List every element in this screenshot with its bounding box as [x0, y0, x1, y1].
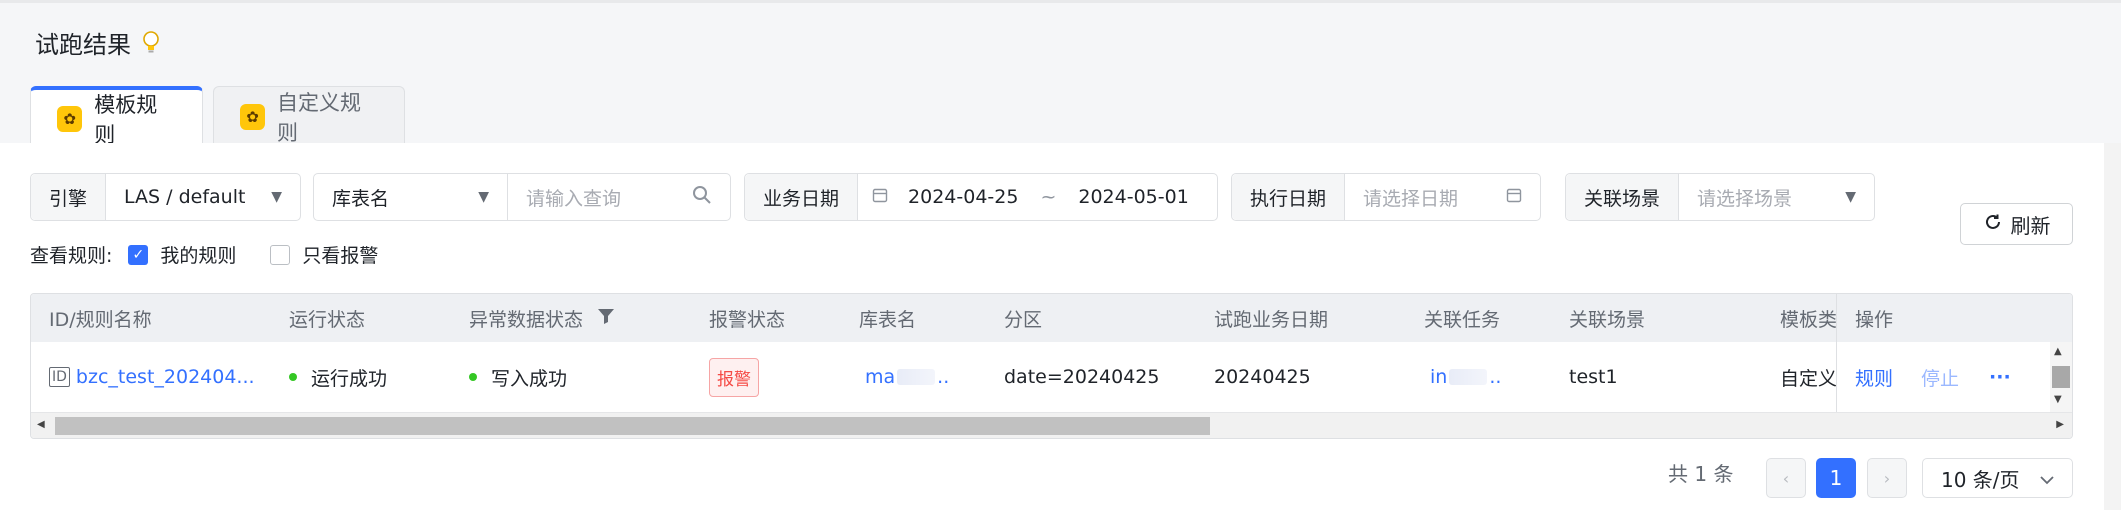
tab-template-rules[interactable]: ✿ 模板规则 — [30, 86, 203, 147]
rule-link[interactable]: 规则 — [1855, 364, 1893, 391]
table-horizontal-scrollbar[interactable]: ◀ ▶ — [31, 412, 2072, 438]
more-icon[interactable]: ··· — [1989, 366, 2011, 388]
trial-date-cell: 20240425 — [1214, 366, 1311, 388]
col-trial-date: 试跑业务日期 — [1214, 308, 1329, 331]
scroll-left-icon[interactable]: ◀ — [37, 419, 45, 430]
engine-label: 引擎 — [31, 174, 107, 220]
success-dot — [469, 373, 477, 381]
run-status: 运行成功 — [289, 342, 387, 412]
scroll-thumb[interactable] — [55, 417, 1210, 435]
col-partition: 分区 — [1004, 308, 1043, 331]
scene-label: 关联场景 — [1566, 174, 1680, 220]
my-rules-checkbox[interactable]: ✓ — [128, 244, 149, 265]
engine-value: LAS / default — [124, 186, 246, 208]
scroll-up-icon[interactable]: ▲ — [2054, 346, 2062, 357]
rule-bee-icon: ✿ — [240, 103, 265, 130]
page-header: 试跑结果 ✿ 模板规则 ✿ 自定义规则 — [0, 0, 2121, 147]
page-scrollbar[interactable] — [2104, 143, 2121, 510]
col-abnormal-status: 异常数据状态 — [469, 294, 615, 342]
refresh-icon — [1983, 212, 2003, 237]
linked-scene-cell: test1 — [1569, 366, 1618, 388]
start-date[interactable]: 2024-04-25 — [908, 186, 1018, 208]
table-name-select[interactable]: 库表名 ▼ — [314, 174, 508, 220]
page-title: 试跑结果 — [35, 25, 159, 60]
tab-custom-rules[interactable]: ✿ 自定义规则 — [213, 86, 405, 146]
alarm-badge: 报警 — [709, 357, 759, 397]
table-name-cell[interactable]: ma.. — [865, 342, 949, 412]
biz-date-range[interactable]: 业务日期 2024-04-25 ~ 2024-05-01 — [744, 173, 1218, 221]
refresh-button[interactable]: 刷新 — [1960, 203, 2073, 245]
page-1-button[interactable]: 1 — [1816, 458, 1856, 498]
filter-icon[interactable] — [597, 307, 615, 330]
exec-date-picker[interactable]: 执行日期 请选择日期 — [1231, 173, 1541, 221]
table-search[interactable]: 库表名 ▼ 请输入查询 — [313, 173, 731, 221]
scene-select[interactable]: 关联场景 请选择场景 ▼ — [1565, 173, 1875, 221]
view-rules-row: 查看规则: ✓ 我的规则 只看报警 — [30, 241, 378, 268]
abnormal-status: 写入成功 — [469, 342, 567, 412]
success-dot — [289, 373, 297, 381]
col-alarm-status: 报警状态 — [709, 308, 786, 331]
scroll-down-icon[interactable]: ▼ — [2054, 394, 2062, 405]
chevron-down-icon: ▼ — [271, 189, 282, 205]
prev-page-button[interactable]: ‹ — [1766, 458, 1806, 498]
chevron-down-icon — [2040, 466, 2054, 490]
rule-name-link[interactable]: bzc_test_202404... — [76, 366, 255, 388]
total-count: 共 1 条 — [1668, 462, 1734, 486]
operations-column: 操作 规则 停止 ··· — [1836, 294, 2072, 412]
alarm-status: 报警 — [709, 342, 759, 412]
exec-date-input[interactable]: 请选择日期 — [1363, 184, 1506, 211]
table-vertical-scrollbar[interactable]: ▲ ▼ — [2050, 342, 2072, 412]
partition-cell: date=20240425 — [1004, 366, 1160, 388]
scene-input[interactable]: 请选择场景 — [1697, 184, 1845, 211]
linked-task-cell[interactable]: in.. — [1430, 342, 1501, 412]
table-row: ID bzc_test_202404... — [49, 342, 255, 412]
stop-link[interactable]: 停止 — [1921, 364, 1959, 391]
id-icon: ID — [49, 367, 70, 387]
my-rules-label[interactable]: 我的规则 — [160, 241, 236, 268]
alarm-only-checkbox[interactable] — [270, 244, 291, 265]
col-id-name: ID/规则名称 — [49, 308, 152, 331]
op-actions: 规则 停止 ··· — [1855, 342, 2011, 412]
col-linked-scene: 关联场景 — [1569, 308, 1646, 331]
biz-date-label: 业务日期 — [745, 174, 859, 220]
scroll-right-icon[interactable]: ▶ — [2056, 419, 2064, 430]
engine-select[interactable]: 引擎 LAS / default ▼ — [30, 173, 301, 221]
chevron-down-icon: ▼ — [478, 189, 489, 205]
alarm-only-label[interactable]: 只看报警 — [302, 241, 378, 268]
col-run-status: 运行状态 — [289, 308, 366, 331]
end-date[interactable]: 2024-05-01 — [1078, 186, 1188, 208]
exec-date-label: 执行日期 — [1232, 174, 1346, 220]
col-operations: 操作 — [1855, 308, 1894, 331]
calendar-icon — [872, 186, 888, 208]
scroll-thumb[interactable] — [2052, 366, 2070, 388]
col-linked-task: 关联任务 — [1424, 308, 1501, 331]
results-table: ID/规则名称 运行状态 异常数据状态 报警状态 库表名 分区 试跑业务日期 关… — [30, 293, 2073, 439]
col-table-name: 库表名 — [859, 308, 917, 331]
template-type-cell: 自定义 — [1780, 367, 1838, 390]
calendar-icon — [1506, 186, 1522, 208]
col-template-type: 模板类 — [1780, 308, 1838, 331]
next-page-button[interactable]: › — [1867, 458, 1907, 498]
rule-bee-icon: ✿ — [57, 105, 83, 132]
lightbulb-icon[interactable] — [143, 30, 159, 55]
search-input[interactable]: 请输入查询 — [526, 184, 692, 211]
search-icon[interactable] — [692, 185, 712, 210]
chevron-down-icon: ▼ — [1845, 189, 1856, 205]
page-size-select[interactable]: 10 条/页 — [1922, 458, 2073, 498]
